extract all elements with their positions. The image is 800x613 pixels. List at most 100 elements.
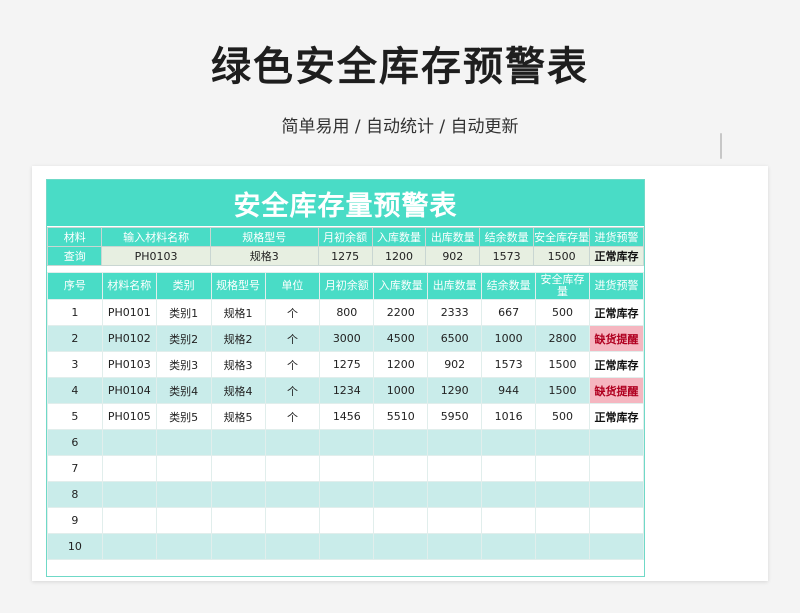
cell-warning[interactable]: 正常库存 [588,403,645,430]
cell-spec[interactable] [210,455,266,482]
cell-unit[interactable]: 个 [264,299,321,326]
cell-out[interactable]: 5950 [427,403,483,430]
cell-warning[interactable]: 缺货提醒 [588,377,645,404]
cell-index[interactable]: 8 [47,481,103,508]
cell-opening[interactable] [319,533,375,560]
cell-material[interactable]: PH0103 [101,351,157,378]
cell-category[interactable] [155,455,212,482]
cell-balance[interactable] [481,533,537,560]
cell-spec[interactable]: 规格3 [210,351,266,378]
cell-category[interactable]: 类别5 [155,403,212,430]
cell-material[interactable] [101,481,157,508]
cell-category[interactable]: 类别4 [155,377,212,404]
cell-index[interactable]: 4 [47,377,103,404]
cell-balance[interactable] [481,429,537,456]
cell-unit[interactable]: 个 [264,325,321,352]
cell-warning[interactable] [588,481,645,508]
cell-index[interactable]: 10 [47,533,103,560]
cell-spec[interactable]: 规格1 [210,299,266,326]
cell-opening[interactable]: 800 [319,299,375,326]
cell-material[interactable] [101,429,157,456]
cell-material[interactable]: PH0102 [101,325,157,352]
cell-safety[interactable] [535,507,590,534]
cell-opening[interactable] [319,429,375,456]
cell-index[interactable]: 1 [47,299,103,326]
cell-unit[interactable] [264,429,321,456]
cell-unit[interactable]: 个 [264,403,321,430]
cell-material[interactable] [101,507,157,534]
cell-spec[interactable] [210,533,266,560]
cell-safety[interactable]: 500 [535,299,590,326]
cell-balance[interactable]: 1016 [481,403,537,430]
cell-out[interactable] [427,533,483,560]
cell-out[interactable]: 902 [427,351,483,378]
cell-safety[interactable] [535,533,590,560]
cell-warning[interactable]: 正常库存 [588,299,645,326]
cell-opening[interactable] [319,455,375,482]
cell-in[interactable] [373,481,429,508]
cell-spec[interactable] [210,429,266,456]
cell-category[interactable] [155,533,212,560]
cell-warning[interactable] [588,455,645,482]
cell-unit[interactable] [264,507,321,534]
cell-unit[interactable]: 个 [264,351,321,378]
cell-category[interactable]: 类别3 [155,351,212,378]
cell-index[interactable]: 6 [47,429,103,456]
cell-warning[interactable] [588,429,645,456]
cell-unit[interactable]: 个 [264,377,321,404]
scrollbar-thumb[interactable] [720,133,722,159]
cell-out[interactable]: 1290 [427,377,483,404]
cell-index[interactable]: 9 [47,507,103,534]
cell-unit[interactable] [264,533,321,560]
cell-safety[interactable] [535,481,590,508]
cell-safety[interactable]: 1500 [535,377,590,404]
cell-category[interactable] [155,481,212,508]
cell-safety[interactable]: 2800 [535,325,590,352]
cell-out[interactable] [427,507,483,534]
cell-balance[interactable]: 667 [481,299,537,326]
cell-spec[interactable] [210,481,266,508]
cell-in[interactable]: 2200 [373,299,429,326]
cell-balance[interactable] [481,507,537,534]
cell-warning[interactable]: 缺货提醒 [588,325,645,352]
cell-index[interactable]: 5 [47,403,103,430]
cell-in[interactable] [373,533,429,560]
cell-in[interactable] [373,507,429,534]
cell-spec[interactable]: 规格4 [210,377,266,404]
cell-in[interactable]: 5510 [373,403,429,430]
cell-spec[interactable] [210,507,266,534]
cell-out[interactable]: 2333 [427,299,483,326]
cell-in[interactable] [373,429,429,456]
cell-in[interactable]: 1200 [373,351,429,378]
cell-opening[interactable]: 1275 [319,351,375,378]
cell-balance[interactable]: 944 [481,377,537,404]
cell-category[interactable]: 类别1 [155,299,212,326]
cell-opening[interactable] [319,507,375,534]
cell-balance[interactable]: 1573 [481,351,537,378]
cell-warning[interactable] [588,533,645,560]
cell-spec[interactable]: 规格5 [210,403,266,430]
cell-warning[interactable] [588,507,645,534]
cell-balance[interactable] [481,481,537,508]
cell-unit[interactable] [264,481,321,508]
cell-safety[interactable] [535,455,590,482]
cell-spec[interactable]: 规格2 [210,325,266,352]
cell-warning[interactable]: 正常库存 [588,351,645,378]
cell-out[interactable]: 6500 [427,325,483,352]
cell-safety[interactable] [535,429,590,456]
cell-index[interactable]: 7 [47,455,103,482]
cell-opening[interactable]: 1234 [319,377,375,404]
cell-out[interactable] [427,481,483,508]
cell-in[interactable]: 4500 [373,325,429,352]
cell-out[interactable] [427,429,483,456]
cell-unit[interactable] [264,455,321,482]
cell-opening[interactable]: 1456 [319,403,375,430]
cell-material[interactable]: PH0104 [101,377,157,404]
cell-category[interactable] [155,507,212,534]
cell-balance[interactable] [481,455,537,482]
cell-index[interactable]: 2 [47,325,103,352]
cell-category[interactable]: 类别2 [155,325,212,352]
cell-material[interactable] [101,455,157,482]
cell-category[interactable] [155,429,212,456]
cell-index[interactable]: 3 [47,351,103,378]
